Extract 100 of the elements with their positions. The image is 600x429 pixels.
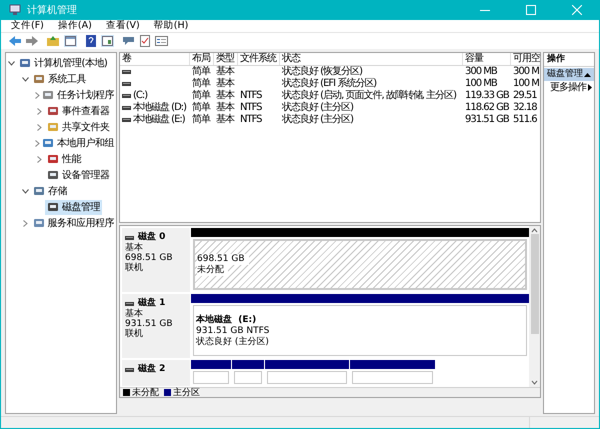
table-cell: 300 M — [513, 66, 539, 78]
console-tree-icon[interactable] — [64, 35, 77, 47]
column-header[interactable]: 布局 — [192, 53, 210, 65]
table-cell-text: 状态良好 (EFI 系统分区) — [282, 78, 376, 90]
disk-name: 磁盘 1 — [138, 298, 166, 308]
table-cell-text: 简单 — [192, 66, 210, 78]
partition-info: 698.51 GB — [197, 254, 249, 265]
expanded-chevron-icon[interactable] — [22, 76, 29, 82]
table-cell: 100 MB — [465, 78, 497, 90]
drive-icon — [125, 236, 134, 240]
properties-icon[interactable] — [155, 36, 168, 46]
tree-item[interactable]: 任务计划程序 — [40, 88, 116, 102]
disk-type: 基本 — [125, 309, 144, 319]
partition[interactable] — [232, 360, 264, 386]
table-cell-text: 简单 — [192, 78, 210, 90]
action-pane-icon[interactable] — [101, 35, 114, 47]
actions-section[interactable]: 磁盘管理 — [544, 68, 594, 81]
tree-item[interactable]: 服务和应用程序 — [30, 216, 116, 230]
table-cell: 511.6 — [513, 114, 537, 126]
scrollbar[interactable] — [529, 226, 540, 387]
table-cell: NTFS — [240, 90, 262, 102]
table-cell-text: 简单 — [192, 102, 210, 114]
tree-item[interactable]: 计算机管理(本地) — [17, 56, 110, 70]
partition[interactable] — [265, 360, 349, 386]
tree-item[interactable]: 共享文件夹 — [45, 120, 112, 134]
legend-label: 未分配 — [132, 388, 159, 398]
tree-item[interactable]: 磁盘管理 — [45, 200, 102, 214]
collapsed-chevron-icon[interactable] — [22, 220, 28, 226]
collapsed-chevron-icon[interactable] — [37, 124, 42, 130]
tree-item[interactable]: 系统工具 — [31, 72, 88, 86]
close-icon — [572, 5, 582, 15]
table-cell: 状态良好 (主分区) — [282, 114, 353, 126]
table-cell: NTFS — [240, 114, 262, 126]
partition[interactable] — [191, 360, 231, 386]
partition-title: 本地磁盘 (E:) — [196, 314, 258, 326]
help-icon[interactable] — [86, 35, 96, 47]
drive-icon — [125, 368, 134, 372]
disk-status: 联机 — [125, 263, 144, 273]
expanded-chevron-icon[interactable] — [22, 188, 29, 194]
disk-size: 931.51 GB — [125, 319, 174, 329]
table-cell: 119.33 GB — [465, 90, 509, 102]
tree-item[interactable]: 性能 — [45, 152, 83, 166]
tree-item[interactable]: 存储 — [31, 184, 69, 198]
table-cell-text: 基本 — [216, 66, 234, 78]
disk-info-panel[interactable]: 磁盘 2 — [122, 360, 190, 386]
disk-name: 磁盘 0 — [138, 232, 166, 242]
scroll-thumb[interactable] — [530, 234, 538, 334]
menu-item[interactable]: 文件(F) — [11, 20, 44, 32]
back-arrow-icon[interactable] — [9, 36, 21, 46]
menu-item[interactable]: 查看(V) — [106, 20, 140, 32]
comment-icon[interactable] — [123, 36, 135, 46]
drive-icon — [125, 302, 134, 306]
tree-item[interactable]: 本地用户和组 — [40, 136, 116, 150]
collapsed-chevron-icon[interactable] — [37, 108, 42, 114]
disk-info-panel[interactable]: 磁盘 1 基本 931.51 GB 联机 — [122, 294, 190, 358]
action-item[interactable]: 更多操作 — [544, 81, 594, 94]
collapsed-chevron-icon[interactable] — [34, 92, 40, 98]
table-cell: NTFS — [240, 102, 262, 114]
scroll-up-icon[interactable] — [531, 226, 538, 234]
menu-item[interactable]: 帮助(H) — [154, 20, 188, 32]
partition[interactable] — [350, 360, 435, 386]
table-cell: 100 M — [513, 78, 539, 90]
column-header[interactable]: 类型 — [216, 53, 234, 65]
window-title: 计算机管理 — [27, 4, 77, 18]
table-cell-text: 本地磁盘 (D:) — [133, 102, 186, 114]
checklist-icon[interactable] — [140, 35, 150, 47]
table-cell: 基本 — [216, 114, 234, 126]
column-header[interactable]: 状态 — [282, 53, 300, 65]
partition-bar — [191, 360, 231, 369]
disk-type: 基本 — [125, 243, 144, 253]
scroll-down-icon[interactable] — [531, 379, 538, 387]
table-cell: 931.51 GB — [465, 114, 509, 126]
drive-icon — [122, 106, 131, 110]
legend-label: 主分区 — [173, 388, 200, 398]
disk-name: 磁盘 2 — [138, 364, 166, 375]
collapsed-chevron-icon[interactable] — [34, 140, 40, 146]
table-cell: 300 MB — [465, 66, 497, 78]
drive-icon — [122, 82, 131, 86]
table-cell-text: 状态良好 (主分区) — [282, 102, 353, 114]
menu-item[interactable]: 操作(A) — [58, 20, 92, 32]
forward-arrow-icon[interactable] — [26, 36, 38, 46]
drive-icon — [122, 94, 131, 98]
table-cell-text: (C:) — [133, 90, 148, 102]
table-cell-text: 状态良好 (恢复分区) — [282, 66, 362, 78]
tree-item[interactable]: 设备管理器 — [45, 168, 112, 182]
drive-icon — [122, 70, 131, 74]
table-cell-text: 基本 — [216, 102, 234, 114]
table-cell: 简单 — [192, 114, 210, 126]
app-icon — [9, 4, 21, 16]
tree-item[interactable]: 事件查看器 — [45, 104, 112, 118]
column-header[interactable]: 卷 — [122, 53, 131, 65]
folder-up-icon[interactable] — [47, 35, 59, 47]
table-cell: 32.18 — [513, 102, 537, 114]
table-cell: 本地磁盘 (E:) — [133, 114, 185, 126]
submenu-arrow-icon — [588, 84, 592, 91]
disk-info-panel[interactable]: 磁盘 0 基本 698.51 GB 联机 — [122, 228, 190, 292]
actions-header: 操作 — [544, 53, 594, 67]
drive-icon — [122, 118, 131, 122]
collapsed-chevron-icon[interactable] — [37, 156, 42, 162]
expanded-chevron-icon[interactable] — [8, 60, 15, 66]
